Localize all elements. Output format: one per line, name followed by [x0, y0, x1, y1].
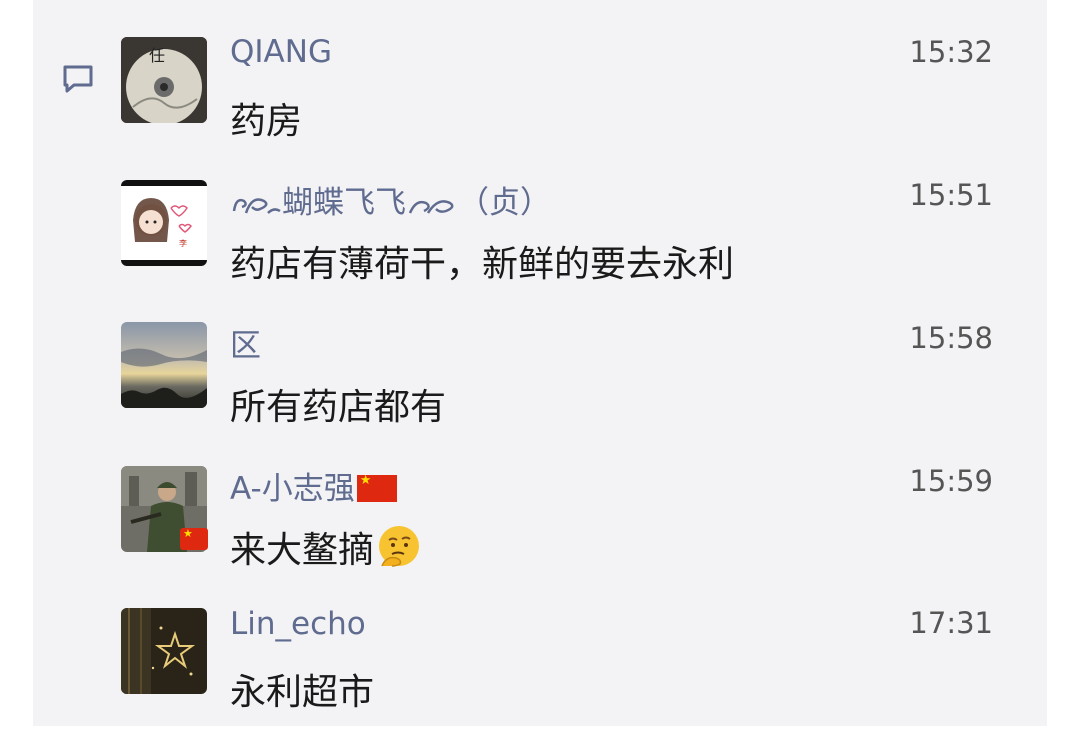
- avatar[interactable]: 李: [121, 180, 207, 266]
- user-name[interactable]: A-小志强: [230, 463, 397, 508]
- timestamp: 15:59: [909, 464, 993, 498]
- cd-disc-icon: 任: [121, 37, 207, 123]
- timestamp: 15:51: [909, 178, 993, 212]
- china-flag-icon: [356, 473, 397, 502]
- avatar[interactable]: [121, 608, 207, 694]
- message-text-body: 来大鳌摘: [230, 530, 375, 571]
- avatar[interactable]: [121, 322, 207, 408]
- user-name[interactable]: 蝴蝶飞飞 （贞）: [230, 177, 551, 222]
- cartoon-girl-icon: 李: [121, 180, 207, 266]
- message-text: 药房: [230, 101, 303, 142]
- user-name[interactable]: QIANG: [230, 34, 332, 70]
- svg-text:任: 任: [149, 46, 165, 65]
- sunset-sky-icon: [121, 322, 207, 408]
- user-name-text: 蝴蝶飞飞: [282, 185, 406, 221]
- china-flag-icon: [180, 527, 208, 550]
- message-text: 来大鳌摘: [230, 521, 424, 573]
- user-name-text: A-小志强: [230, 471, 355, 507]
- svg-text:李: 李: [179, 238, 187, 248]
- decorative-swirl-icon: [408, 200, 454, 214]
- star-light-icon: [121, 608, 207, 694]
- user-name[interactable]: Lin_echo: [230, 606, 366, 642]
- avatar[interactable]: 任: [121, 37, 207, 123]
- decorative-swirl-icon: [232, 198, 281, 214]
- message-text: 所有药店都有: [230, 387, 447, 428]
- message-text: 药店有薄荷干，新鲜的要去永利: [230, 244, 735, 285]
- timestamp: 15:58: [909, 321, 993, 355]
- thinking-face-emoji: [379, 526, 420, 567]
- timestamp: 17:31: [909, 606, 993, 640]
- comment-icon: [63, 65, 93, 93]
- timestamp: 15:32: [909, 35, 993, 69]
- message-text: 永利超市: [230, 672, 375, 713]
- user-name[interactable]: 区: [230, 320, 261, 365]
- user-name-suffix: （贞）: [458, 185, 551, 221]
